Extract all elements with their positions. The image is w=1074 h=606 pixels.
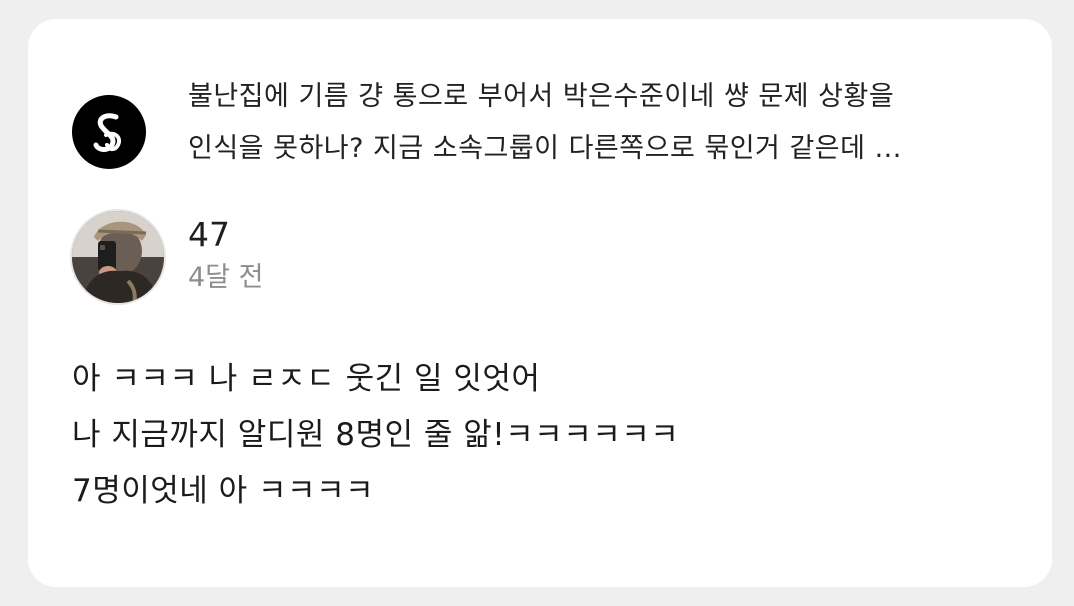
comment-author: 47 4달 전 [72, 211, 472, 311]
author-name[interactable]: 47 [188, 215, 230, 255]
comment-card: 불난집에 기름 걍 통으로 부어서 박은수준이네 썅 문제 상황을 인식을 못하… [28, 19, 1052, 587]
post-timestamp: 4달 전 [188, 262, 264, 293]
quoted-post[interactable]: 불난집에 기름 걍 통으로 부어서 박은수준이네 썅 문제 상황을 인식을 못하… [72, 71, 1002, 169]
comment-body-line: 아 ㅋㅋㅋ 나 ㄹㅈㄷ 웃긴 일 잇엇어 [72, 361, 541, 397]
comment-body-line: 나 지금까지 알디원 8명인 줄 앎!ㅋㅋㅋㅋㅋㅋ [72, 417, 680, 453]
profile-photo-avatar[interactable] [72, 211, 164, 303]
comment-body-line: 7명이엇네 아 ㅋㅋㅋㅋ [72, 473, 375, 509]
quoted-post-line: 인식을 못하나? 지금 소속그룹이 다른쪽으로 묶인거 같은데 ... [188, 133, 902, 164]
comment-body: 아 ㅋㅋㅋ 나 ㄹㅈㄷ 웃긴 일 잇엇어 나 지금까지 알디원 8명인 줄 앎!… [72, 351, 1012, 519]
quoted-post-line: 불난집에 기름 걍 통으로 부어서 박은수준이네 썅 문제 상황을 [188, 81, 895, 112]
script-s-logo-icon [72, 95, 146, 169]
quoted-post-text: 불난집에 기름 걍 통으로 부어서 박은수준이네 썅 문제 상황을 인식을 못하… [188, 71, 1018, 175]
